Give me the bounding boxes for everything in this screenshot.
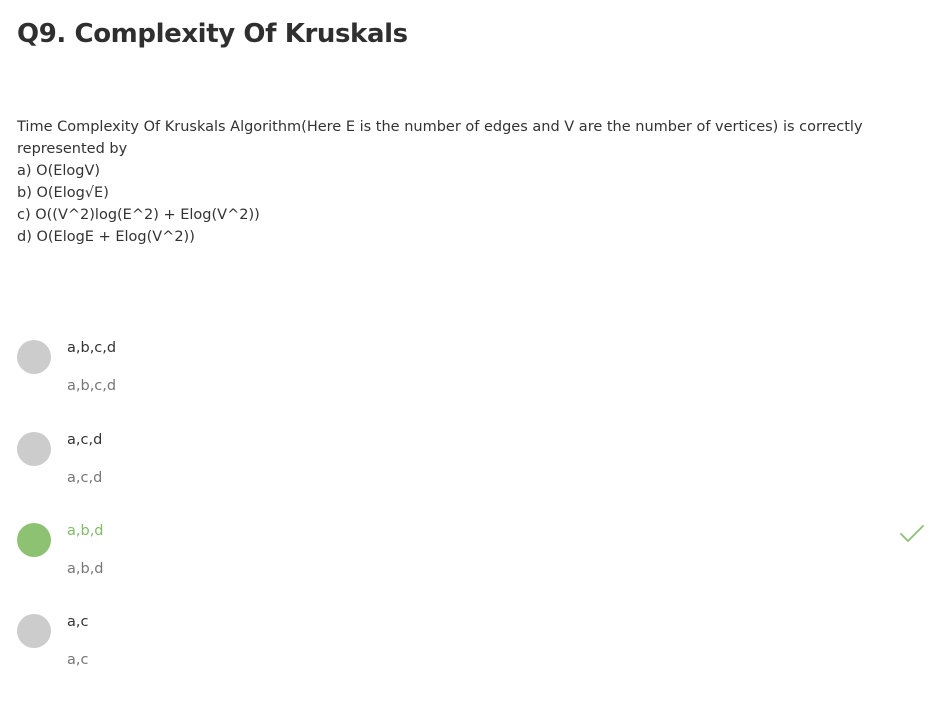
answer-option-3[interactable]: a,b,d a,b,d [0, 523, 948, 601]
option-feedback-text: a,c [67, 652, 89, 668]
radio-button[interactable] [17, 340, 51, 374]
option-label: a,c [67, 614, 89, 630]
option-label: a,b,c,d [67, 340, 117, 356]
answer-options: a,b,c,d a,b,c,d a,c,d a,c,d a,b,d a,b,d … [0, 0, 948, 708]
radio-button[interactable] [17, 432, 51, 466]
option-feedback-text: a,b,d [67, 561, 104, 577]
option-label: a,c,d [67, 432, 103, 448]
answer-option-1[interactable]: a,b,c,d a,b,c,d [0, 340, 948, 418]
option-feedback-text: a,c,d [67, 470, 103, 486]
radio-button[interactable] [17, 614, 51, 648]
option-feedback-text: a,b,c,d [67, 378, 117, 394]
radio-button-correct[interactable] [17, 523, 51, 557]
option-label: a,b,d [67, 523, 104, 539]
quiz-page: Q9. Complexity Of Kruskals Time Complexi… [0, 0, 948, 708]
answer-option-4[interactable]: a,c a,c [0, 614, 948, 692]
answer-option-2[interactable]: a,c,d a,c,d [0, 432, 948, 510]
check-icon [900, 525, 924, 542]
